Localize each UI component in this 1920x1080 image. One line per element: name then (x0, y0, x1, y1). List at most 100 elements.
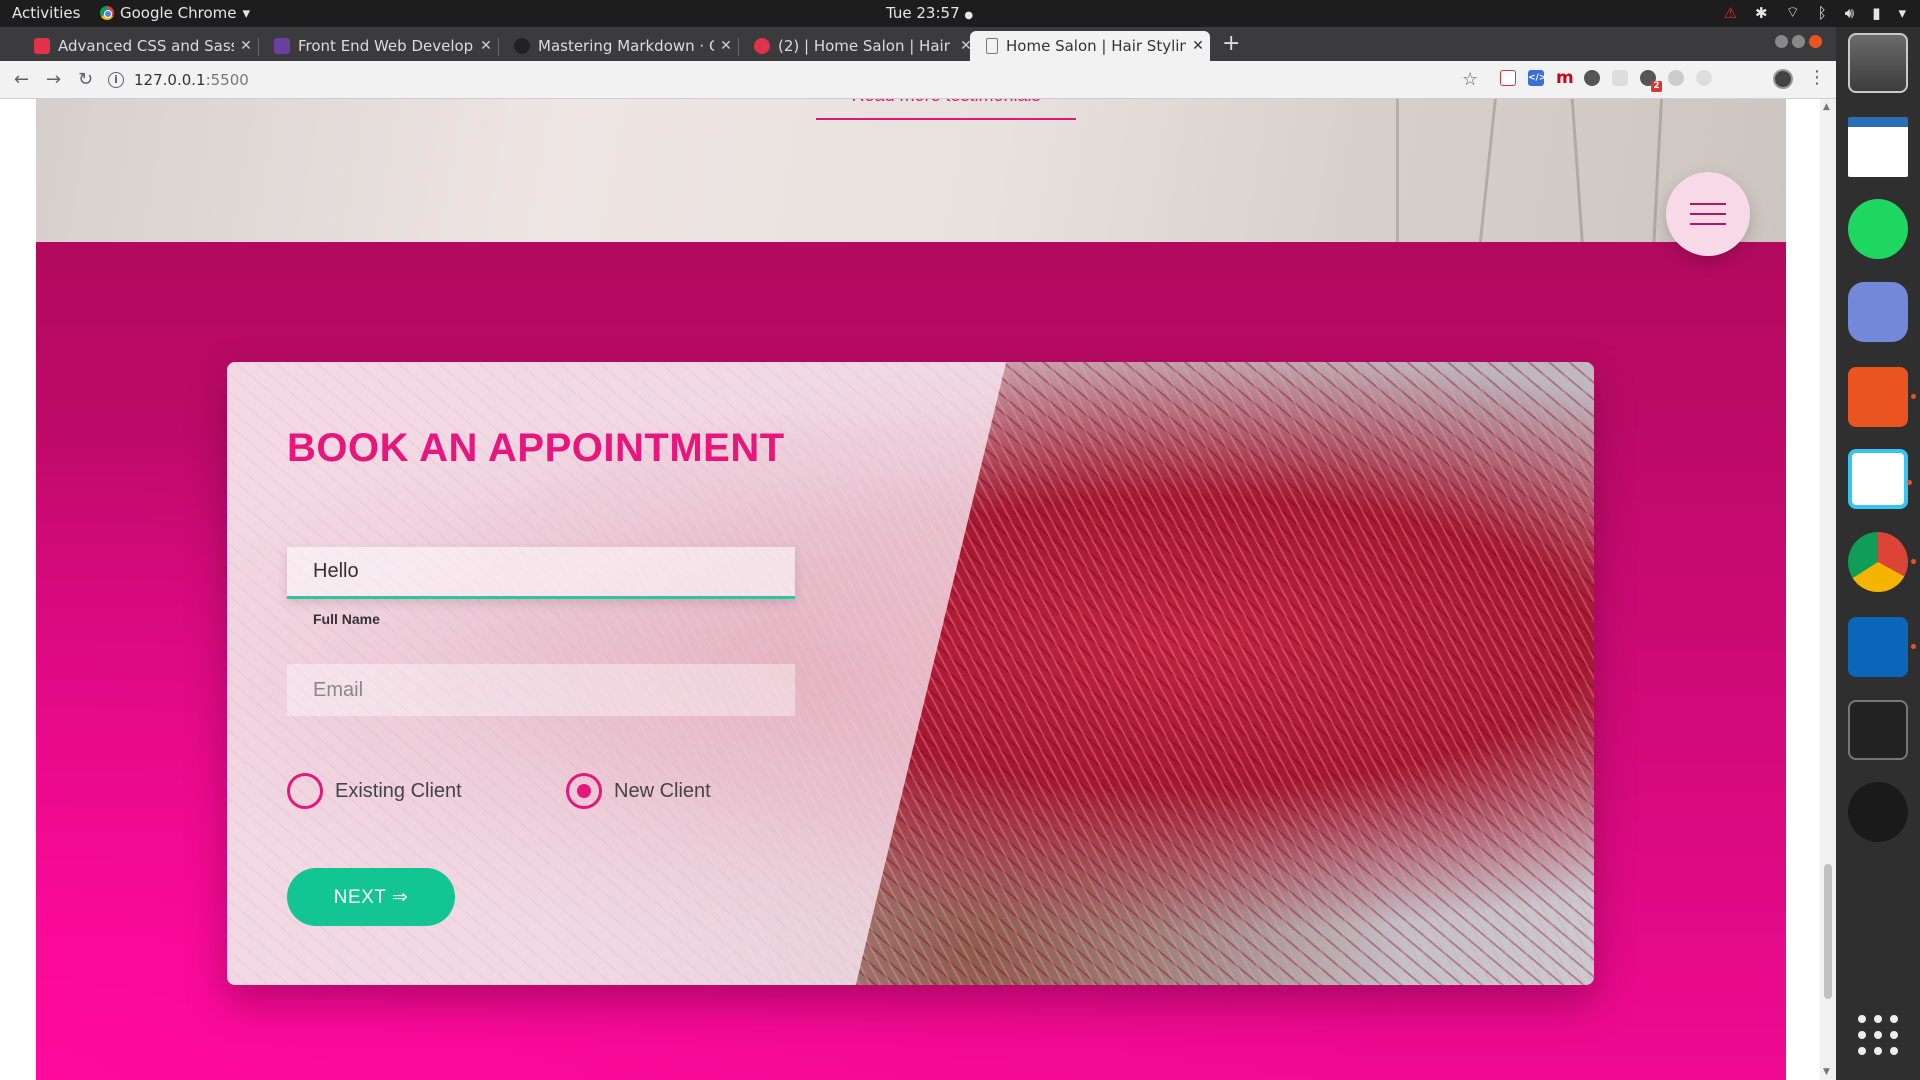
close-tab-icon[interactable]: ✕ (474, 38, 498, 54)
udemy-favicon-icon (34, 38, 50, 54)
battery-icon: ▮ (1872, 3, 1881, 22)
system-top-bar: Activities Google Chrome ▾ Tue 23:57 ● ⚠… (0, 0, 1920, 27)
show-applications-button[interactable] (1858, 1015, 1900, 1057)
salon-favicon-icon (754, 38, 770, 54)
grid-dot (1890, 1015, 1898, 1023)
close-tab-icon[interactable]: ✕ (234, 38, 258, 54)
email-input[interactable]: Email (287, 664, 795, 716)
vscode-icon[interactable] (1848, 617, 1916, 677)
tab-mastering-markdown[interactable]: Mastering Markdown · Gi ✕ (498, 31, 738, 61)
scrollbar-thumb[interactable] (1824, 864, 1832, 999)
settings-icon[interactable]: ✱ (1755, 4, 1768, 22)
chrome-menu-icon[interactable]: ⋮ (1808, 67, 1826, 88)
running-indicator (1911, 644, 1916, 649)
globe-extension-icon[interactable] (1584, 70, 1600, 86)
bookmark-star-icon[interactable]: ☆ (1462, 69, 1478, 90)
page-favicon-icon (986, 38, 998, 54)
spotify-icon[interactable] (1848, 199, 1908, 259)
warning-icon[interactable]: ⚠ (1724, 4, 1737, 22)
chrome-logo-icon (100, 6, 114, 20)
slack-icon[interactable] (1848, 449, 1912, 509)
full-name-label: Full Name (313, 611, 380, 627)
power-menu-icon[interactable]: ▾ (1898, 4, 1906, 22)
close-window-button[interactable] (1809, 35, 1822, 48)
hair-streak (1569, 99, 1586, 242)
address-bar[interactable]: i 127.0.0.1:5500 (108, 66, 1488, 94)
testimonials-background-image: Read more testimonials (36, 99, 1786, 242)
system-tray[interactable]: ⚠ ✱ ⌔ ᛒ 🔊︎ ▮ ▾ (1724, 3, 1906, 22)
clock-text: Tue 23:57 (886, 4, 960, 22)
forward-button[interactable]: → (46, 69, 61, 90)
tab-advanced-css[interactable]: Advanced CSS and Sass: F ✕ (18, 31, 258, 61)
hair-streak (1476, 99, 1499, 242)
notification-dot-icon: ● (964, 10, 974, 21)
activities-button[interactable]: Activities (12, 4, 80, 22)
new-client-label[interactable]: New Client (614, 780, 711, 803)
grid-dot (1874, 1031, 1882, 1039)
shield-extension-icon[interactable]: 2 (1640, 70, 1662, 92)
course-favicon-icon (274, 38, 290, 54)
radio-selected-icon[interactable] (566, 773, 602, 809)
tab-front-end[interactable]: Front End Web Developer ✕ (258, 31, 498, 61)
full-name-input[interactable]: Hello (287, 547, 795, 599)
app-menu[interactable]: Google Chrome ▾ (100, 4, 250, 22)
tab-home-salon-2[interactable]: (2) | Home Salon | Hair Sty ✕ (738, 31, 978, 61)
hamburger-bar (1690, 203, 1726, 205)
read-more-testimonials-link[interactable]: Read more testimonials (816, 99, 1076, 120)
new-tab-button[interactable]: + (1222, 33, 1240, 55)
application-dock (1836, 27, 1920, 1080)
tab-title: Mastering Markdown · Gi (538, 37, 714, 55)
leaf-extension-icon[interactable] (1668, 70, 1684, 86)
close-tab-icon[interactable]: ✕ (1186, 38, 1210, 54)
tab-title: (2) | Home Salon | Hair Sty (778, 37, 954, 55)
existing-client-radio[interactable]: Existing Client (287, 773, 462, 809)
close-tab-icon[interactable]: ✕ (714, 38, 738, 54)
browser-toolbar: ← → ↻ i 127.0.0.1:5500 ☆ </> m 2 ⋮ (0, 61, 1836, 99)
back-button[interactable]: ← (14, 69, 29, 90)
grid-dot (1874, 1047, 1882, 1055)
page-scrollbar[interactable]: ▲ ▼ (1820, 99, 1836, 1080)
next-button[interactable]: NEXT ⇒ (287, 868, 455, 926)
grid-dot (1874, 1015, 1882, 1023)
grid-dot (1858, 1015, 1866, 1023)
scroll-down-icon[interactable]: ▼ (1823, 1067, 1830, 1077)
page-viewport: Read more testimonials BOOK AN APPOINTME… (0, 99, 1836, 1080)
ghost-extension-icon[interactable] (1696, 70, 1712, 86)
tab-home-salon[interactable]: Home Salon | Hair Styling ✕ (970, 31, 1210, 61)
maximize-button[interactable] (1792, 35, 1805, 48)
owl-icon[interactable] (1848, 782, 1908, 842)
hair-streak (1651, 99, 1664, 242)
scroll-up-icon[interactable]: ▲ (1823, 102, 1830, 112)
clock[interactable]: Tue 23:57 ● (886, 4, 973, 22)
files-icon[interactable] (1848, 33, 1908, 93)
calendar-extension-icon[interactable] (1500, 70, 1516, 86)
profile-avatar[interactable] (1773, 69, 1793, 89)
grid-dot (1858, 1031, 1866, 1039)
grid-dot (1890, 1031, 1898, 1039)
writer-icon[interactable] (1848, 117, 1908, 177)
code-extension-icon[interactable]: </> (1528, 70, 1546, 86)
grid-dot (1858, 1047, 1866, 1055)
app-menu-label: Google Chrome (120, 4, 237, 22)
software-center-icon[interactable] (1848, 367, 1916, 427)
booking-heading: BOOK AN APPOINTMENT (287, 426, 785, 470)
new-client-radio[interactable]: New Client (566, 773, 711, 809)
chrome-icon[interactable] (1848, 532, 1916, 592)
hamburger-bar (1690, 223, 1726, 225)
terminal-icon[interactable] (1848, 700, 1908, 760)
running-indicator (1907, 480, 1912, 485)
site-info-icon[interactable]: i (108, 72, 124, 88)
existing-client-label[interactable]: Existing Client (335, 780, 462, 803)
extension-badge: 2 (1651, 81, 1662, 92)
minimize-button[interactable] (1775, 35, 1788, 48)
url-text: 127.0.0.1:5500 (134, 71, 249, 89)
chrome-window: Advanced CSS and Sass: F ✕ Front End Web… (0, 27, 1836, 1080)
discord-icon[interactable] (1848, 282, 1908, 342)
hair-streak (1396, 99, 1399, 242)
radio-circle-icon[interactable] (287, 773, 323, 809)
github-favicon-icon (514, 38, 530, 54)
mendeley-extension-icon[interactable]: m (1556, 70, 1574, 87)
grid-extension-icon[interactable] (1612, 70, 1628, 86)
navigation-menu-button[interactable] (1666, 172, 1750, 256)
reload-button[interactable]: ↻ (78, 69, 93, 90)
